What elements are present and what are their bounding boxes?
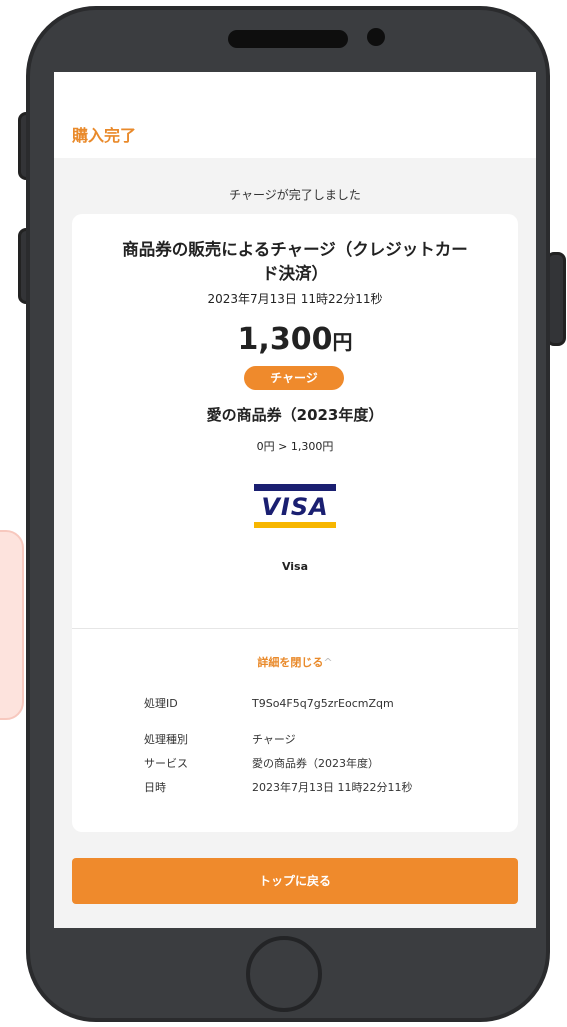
amount-currency: 円 [332,330,353,354]
detail-value: 愛の商品券（2023年度） [252,757,379,770]
phone-camera [367,28,385,46]
back-to-top-button[interactable]: トップに戻る [72,858,518,904]
transaction-title-line-1: 商品券の販売によるチャージ（クレジットカー [122,240,468,259]
detail-label: 処理種別 [144,733,188,746]
transaction-datetime: 2023年7月13日 11時22分11秒 [207,292,383,306]
detail-value: 2023年7月13日 11時22分11秒 [252,781,413,794]
transaction-title: 商品券の販売によるチャージ（クレジットカー ド決済） [72,238,518,286]
amount-value: 1,300 [237,322,333,357]
phone-home-button[interactable] [246,936,322,1012]
detail-label: 日時 [144,781,166,794]
detail-label: サービス [144,757,188,770]
charge-badge: チャージ [244,366,344,390]
detail-label: 処理ID [144,697,178,710]
balance-change: 0円 > 1,300円 [256,440,334,453]
visa-logo-bottom-band [254,522,336,528]
detail-value: チャージ [252,733,296,746]
details-toggle[interactable]: 詳細を閉じる^ [72,654,518,670]
service-name: 愛の商品券（2023年度） [206,406,384,424]
phone-screen: 購入完了 チャージが完了しました 商品券の販売によるチャージ（クレジットカー ド… [54,72,536,928]
visa-logo-wordmark: VISA [261,493,329,521]
completion-notice: チャージが完了しました [229,188,361,202]
chevron-up-icon: ^ [323,656,333,669]
background-tab [0,530,24,720]
phone-speaker [228,30,348,48]
card-brand-label: Visa [281,560,309,573]
details-toggle-label: 詳細を閉じる [257,656,324,669]
transaction-title-line-2: ド決済） [262,264,328,283]
divider [72,628,518,629]
transaction-card: 商品券の販売によるチャージ（クレジットカー ド決済） 2023年7月13日 11… [72,214,518,832]
top-bar: 購入完了 [54,72,536,158]
visa-logo-icon: VISA [254,484,336,528]
transaction-amount: 1,300円 [72,322,518,357]
detail-value: T9So4F5q7g5zrEocmZqm [252,697,394,710]
page-title: 購入完了 [72,126,137,145]
visa-logo-top-band [254,484,336,491]
